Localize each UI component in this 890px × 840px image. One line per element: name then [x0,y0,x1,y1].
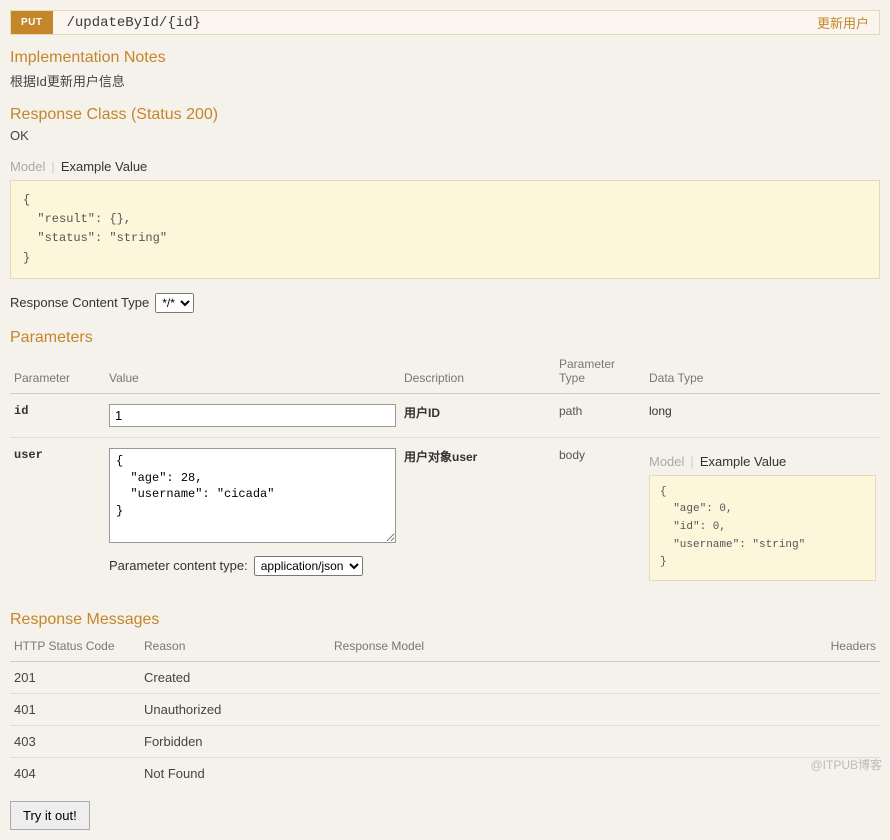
response-reason: Not Found [140,757,330,789]
tab-example-value[interactable]: Example Value [61,159,147,174]
col-http-status: HTTP Status Code [10,633,140,662]
col-response-model: Response Model [330,633,760,662]
col-reason: Reason [140,633,330,662]
tab-model[interactable]: Model [649,454,684,469]
parameters-table: Parameter Value Description Parameter Ty… [10,351,880,591]
param-data-type-tabs: Model | Example Value [649,454,876,469]
tab-separator: | [51,159,54,174]
response-class-example[interactable]: { "result": {}, "status": "string" } [10,180,880,279]
parameter-type: path [555,393,645,437]
col-description: Description [400,351,555,394]
response-message-row: 401 Unauthorized [10,693,880,725]
parameters-heading: Parameters [10,329,880,347]
parameter-content-type-row: Parameter content type: application/json [109,556,396,576]
operation-summary: 更新用户 [817,13,879,32]
operation-header[interactable]: PUT /updateById/{id} 更新用户 [10,10,880,35]
parameter-id-input[interactable] [109,404,396,427]
param-data-type-example[interactable]: { "age": 0, "id": 0, "username": "string… [649,475,876,581]
watermark: @ITPUB博客 [810,756,882,773]
response-messages-heading: Response Messages [10,611,880,629]
col-value: Value [105,351,400,394]
parameter-row: user Parameter content type: application… [10,437,880,590]
implementation-notes-heading: Implementation Notes [10,49,880,67]
parameter-row: id 用户ID path long [10,393,880,437]
parameter-content-type-select[interactable]: application/json [254,556,363,576]
col-parameter-type: Parameter Type [555,351,645,394]
response-class-heading: Response Class (Status 200) [10,106,880,124]
response-code: 403 [10,725,140,757]
http-method-badge: PUT [11,11,53,34]
parameter-type: body [555,437,645,590]
parameter-user-textarea[interactable] [109,448,396,543]
response-message-row: 403 Forbidden [10,725,880,757]
parameter-data-type-cell: Model | Example Value { "age": 0, "id": … [645,437,880,590]
response-code: 401 [10,693,140,725]
col-data-type: Data Type [645,351,880,394]
response-message-row: 404 Not Found [10,757,880,789]
response-code: 404 [10,757,140,789]
tab-separator: | [690,454,693,469]
response-class-tabs: Model | Example Value [10,159,880,174]
parameter-description: 用户对象user [400,437,555,590]
tab-model[interactable]: Model [10,159,45,174]
response-reason: Forbidden [140,725,330,757]
response-messages-table: HTTP Status Code Reason Response Model H… [10,633,880,789]
parameter-description: 用户ID [400,393,555,437]
parameter-content-type-label: Parameter content type: [109,558,248,573]
col-parameter: Parameter [10,351,105,394]
response-class-status: OK [10,128,880,143]
parameter-name: id [10,393,105,437]
tab-example-value[interactable]: Example Value [700,454,786,469]
col-headers: Headers [760,633,880,662]
implementation-notes-text: 根据Id更新用户信息 [10,71,880,90]
operation-path: /updateById/{id} [53,15,817,31]
response-reason: Created [140,661,330,693]
try-it-out-button[interactable]: Try it out! [10,801,90,830]
response-code: 201 [10,661,140,693]
parameter-data-type: long [645,393,880,437]
parameter-name: user [10,437,105,590]
response-content-type-label: Response Content Type [10,295,149,310]
response-reason: Unauthorized [140,693,330,725]
response-content-type-row: Response Content Type */* [10,293,880,313]
response-message-row: 201 Created [10,661,880,693]
response-content-type-select[interactable]: */* [155,293,194,313]
